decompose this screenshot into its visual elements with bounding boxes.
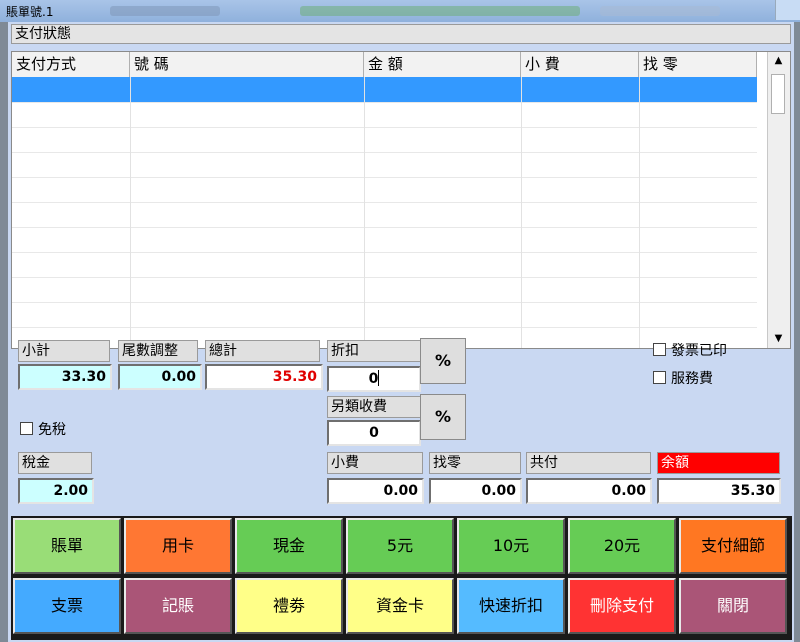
tax-field[interactable]: 2.00 (18, 478, 94, 504)
close-button[interactable]: 關閉 (679, 578, 787, 634)
table-scrollbar[interactable]: ▲ ▼ (767, 52, 790, 348)
card-button[interactable]: 用卡 (124, 518, 232, 574)
discount-percent-button[interactable]: % (420, 338, 466, 384)
cash-button[interactable]: 現金 (235, 518, 343, 574)
column-header-number[interactable]: 號 碼 (130, 52, 364, 77)
discount-label: 折扣 (327, 340, 421, 362)
funds-card-button[interactable]: 資金卡 (346, 578, 454, 634)
payment-table: 支付方式 號 碼 金 額 小 費 找 零 ▲ ▼ (11, 51, 791, 349)
table-row[interactable] (12, 277, 757, 303)
service-charge-label: 服務費 (671, 371, 713, 387)
window-title: 賬單號.1 (6, 5, 54, 19)
balance-label: 余額 (657, 452, 780, 474)
title-bar-decoration (300, 6, 580, 16)
table-header: 支付方式 號 碼 金 額 小 費 找 零 (12, 52, 757, 78)
table-row[interactable] (12, 77, 757, 103)
subtotal-label: 小計 (18, 340, 110, 362)
service-charge-checkbox[interactable]: 服務費 (653, 368, 713, 388)
delete-payment-button[interactable]: 刪除支付 (568, 578, 676, 634)
bill-button[interactable]: 賬單 (13, 518, 121, 574)
extra-charge-label: 另類收費 (327, 396, 421, 418)
table-row[interactable] (12, 177, 757, 203)
table-row[interactable] (12, 227, 757, 253)
text-cursor (378, 370, 380, 386)
table-row[interactable] (12, 127, 757, 153)
scroll-up-arrow-icon[interactable]: ▲ (768, 52, 789, 70)
invoice-printed-checkbox[interactable]: 發票已印 (653, 340, 727, 360)
table-row[interactable] (12, 102, 757, 128)
column-divider (364, 77, 365, 348)
checkbox-box[interactable] (653, 371, 666, 384)
title-bar-decoration (600, 6, 720, 16)
total-paid-label: 共付 (526, 452, 651, 474)
invoice-printed-label: 發票已印 (671, 343, 727, 359)
gift-voucher-button[interactable]: 禮劵 (235, 578, 343, 634)
discount-value: 0 (368, 371, 379, 387)
tip-field[interactable]: 0.00 (327, 478, 424, 504)
section-title: 支付狀態 (11, 24, 791, 44)
balance-field[interactable]: 35.30 (657, 478, 781, 504)
rounding-label: 尾數調整 (118, 340, 198, 362)
ten-dollar-button[interactable]: 10元 (457, 518, 565, 574)
window-close-button[interactable] (775, 0, 800, 20)
subtotal-field[interactable]: 33.30 (18, 364, 112, 390)
title-bar-decoration (110, 6, 220, 16)
title-bar: 賬單號.1 (0, 0, 800, 22)
column-header-amount[interactable]: 金 額 (364, 52, 521, 77)
column-divider (521, 77, 522, 348)
extra-charge-field[interactable]: 0 (327, 420, 421, 446)
extra-charge-percent-button[interactable]: % (420, 394, 466, 440)
tax-free-checkbox[interactable]: 免稅 (20, 419, 66, 439)
column-header-tip[interactable]: 小 費 (521, 52, 639, 77)
change-field[interactable]: 0.00 (429, 478, 522, 504)
table-row[interactable] (12, 302, 757, 328)
checkbox-box[interactable] (653, 343, 666, 356)
total-label: 總計 (205, 340, 320, 362)
tax-label: 稅金 (18, 452, 92, 474)
cheque-button[interactable]: 支票 (13, 578, 121, 634)
total-field[interactable]: 35.30 (205, 364, 323, 390)
table-row[interactable] (12, 152, 757, 178)
checkbox-box[interactable] (20, 422, 33, 435)
total-paid-field[interactable]: 0.00 (526, 478, 652, 504)
scroll-down-arrow-icon[interactable]: ▼ (768, 330, 789, 348)
quick-discount-button[interactable]: 快速折扣 (457, 578, 565, 634)
column-divider (130, 77, 131, 348)
charge-account-button[interactable]: 記賬 (124, 578, 232, 634)
tip-label: 小費 (327, 452, 423, 474)
table-row[interactable] (12, 252, 757, 278)
rounding-field[interactable]: 0.00 (118, 364, 202, 390)
action-button-bar: 賬單 用卡 現金 5元 10元 20元 支付細節 支票 記賬 禮劵 資金卡 快速… (11, 516, 792, 640)
tax-free-label: 免稅 (38, 422, 66, 438)
scroll-thumb[interactable] (771, 74, 785, 114)
table-row[interactable] (12, 202, 757, 228)
payment-details-button[interactable]: 支付細節 (679, 518, 787, 574)
change-label: 找零 (429, 452, 521, 474)
column-divider (639, 77, 640, 348)
five-dollar-button[interactable]: 5元 (346, 518, 454, 574)
twenty-dollar-button[interactable]: 20元 (568, 518, 676, 574)
column-header-payment-method[interactable]: 支付方式 (12, 52, 130, 77)
discount-field[interactable]: 0 (327, 366, 421, 392)
column-header-change[interactable]: 找 零 (639, 52, 757, 77)
payment-window: 支付狀態 支付方式 號 碼 金 額 小 費 找 零 ▲ ▼ 小計 33.30 尾… (8, 22, 794, 642)
